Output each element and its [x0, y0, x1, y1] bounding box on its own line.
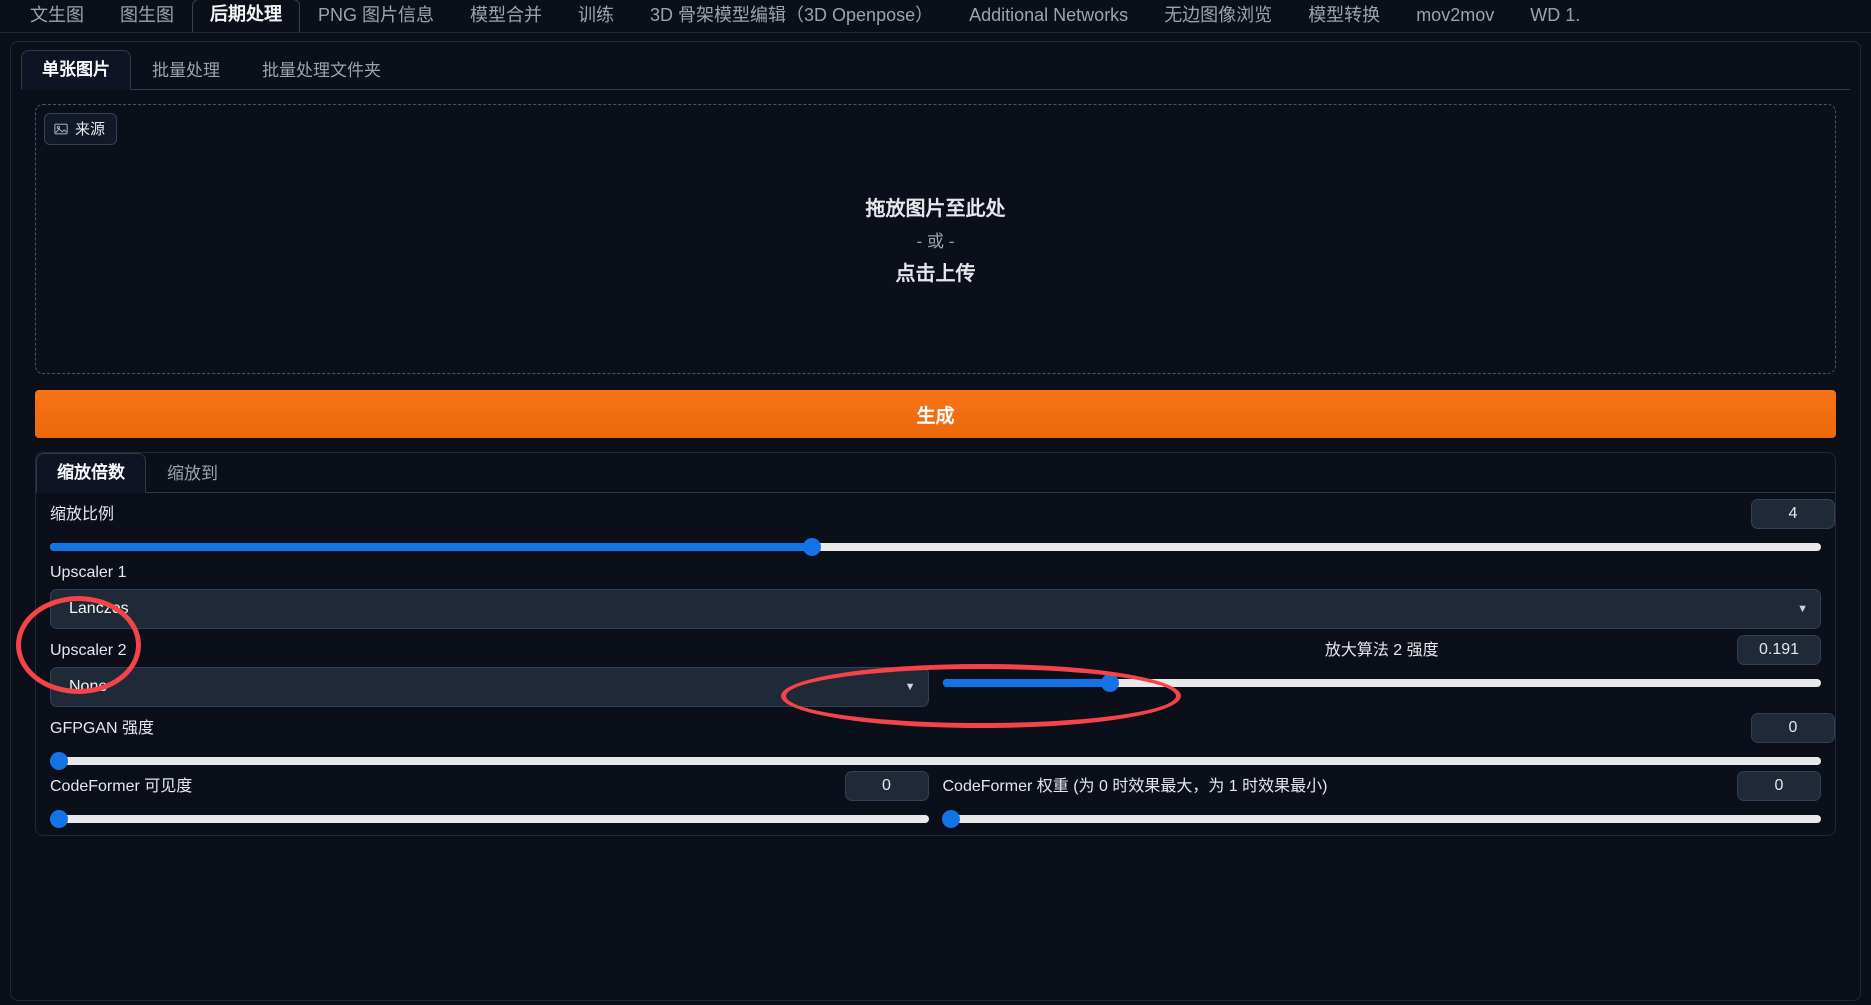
dropzone-drag-text: 拖放图片至此处 — [865, 198, 1006, 220]
codeformer-weight-input[interactable]: 0 — [1737, 771, 1821, 801]
source-badge[interactable]: 来源 — [44, 113, 118, 145]
generate-button[interactable]: 生成 — [35, 390, 1836, 438]
tab-png-info[interactable]: PNG 图片信息 — [300, 0, 452, 32]
chevron-down-icon: ▼ — [904, 681, 916, 693]
tab-model-converter[interactable]: 模型转换 — [1290, 0, 1398, 32]
codeformer-weight-knob[interactable] — [942, 810, 961, 828]
codeformer-weight-col: CodeFormer 权重 (为 0 时效果最大，为 1 时效果最小) 0 — [942, 765, 1821, 828]
upscaler2-label: Upscaler 2 — [50, 642, 127, 659]
upscaler2-strength-input[interactable]: 0.191 — [1737, 635, 1821, 665]
codeformer-visibility-label: CodeFormer 可见度 — [50, 778, 193, 795]
resize-slider[interactable] — [50, 538, 1821, 556]
dropzone-or-text: - 或 - — [916, 232, 955, 251]
codeformer-weight-slider[interactable] — [942, 810, 1821, 828]
gfpgan-slider[interactable] — [49, 752, 1821, 770]
upscaler1-value: Lanczos — [69, 600, 129, 617]
subtab-batch-process[interactable]: 批量处理 — [131, 51, 241, 90]
resize-slider-fill — [50, 543, 812, 551]
tab-img2img[interactable]: 图生图 — [102, 0, 192, 32]
dropzone-instructions: 拖放图片至此处 - 或 - 点击上传 — [36, 192, 1835, 286]
codeformer-visibility-col: CodeFormer 可见度 0 — [49, 765, 929, 828]
tab-scale-to[interactable]: 缩放到 — [146, 454, 239, 493]
codeformer-grid: CodeFormer 可见度 0 CodeFormer 权重 (为 0 时效果最… — [36, 765, 1835, 828]
gfpgan-label: GFPGAN 强度 — [50, 720, 155, 737]
upscaler2-strength-col: 放大算法 2 强度 0.191 — [942, 629, 1821, 707]
codeformer-visibility-input[interactable]: 0 — [844, 771, 929, 801]
extras-page: 单张图片 批量处理 批量处理文件夹 来源 拖放图片至此处 - 或 - 点击上传 … — [10, 41, 1861, 1001]
upscaler1-label: Upscaler 1 — [50, 564, 127, 581]
codeformer-visibility-knob[interactable] — [49, 810, 68, 828]
tab-infinite-image-browsing[interactable]: 无边图像浏览 — [1146, 0, 1290, 32]
resize-slider-row: 缩放比例 4 — [36, 493, 1835, 556]
upscaler2-grid: Upscaler 2 None ▼ 放大算法 2 强度 0.191 — [36, 629, 1835, 707]
chevron-down-icon: ▼ — [1797, 603, 1808, 615]
image-icon — [54, 122, 68, 136]
resize-mode-tab-bar: 缩放倍数 缩放到 — [36, 453, 1835, 493]
upscaler1-dropdown[interactable]: Lanczos ▼ — [50, 589, 1821, 629]
subtab-batch-from-directory[interactable]: 批量处理文件夹 — [241, 51, 402, 90]
codeformer-weight-label: CodeFormer 权重 (为 0 时效果最大，为 1 时效果最小) — [942, 778, 1328, 795]
upscaler2-strength-fill — [942, 679, 1111, 687]
gfpgan-input[interactable]: 0 — [1751, 713, 1835, 743]
tab-train[interactable]: 训练 — [560, 0, 632, 32]
tab-additional-networks[interactable]: Additional Networks — [951, 0, 1146, 32]
tab-3d-openpose[interactable]: 3D 骨架模型编辑（3D Openpose） — [632, 0, 951, 32]
resize-slider-knob[interactable] — [802, 538, 821, 556]
upscaler2-strength-slider[interactable] — [942, 674, 1821, 692]
upscaler1-row: Upscaler 1 Lanczos ▼ — [36, 551, 1835, 629]
postprocess-settings-panel: 缩放倍数 缩放到 缩放比例 4 Upscaler 1 Lanczos ▼ Ups… — [35, 452, 1836, 836]
tab-wd[interactable]: WD 1. — [1512, 0, 1598, 32]
gfpgan-row: GFPGAN 强度 0 — [36, 707, 1835, 770]
upscaler2-col: Upscaler 2 None ▼ — [50, 629, 929, 707]
image-dropzone[interactable]: 来源 拖放图片至此处 - 或 - 点击上传 — [35, 104, 1836, 374]
main-tab-bar: 文生图 图生图 后期处理 PNG 图片信息 模型合并 训练 3D 骨架模型编辑（… — [0, 0, 1871, 33]
upscaler2-value: None — [69, 678, 108, 695]
upscaler2-strength-label: 放大算法 2 强度 — [1324, 642, 1439, 659]
extras-sub-tab-bar: 单张图片 批量处理 批量处理文件夹 — [21, 50, 1850, 90]
upscaler2-dropdown[interactable]: None ▼ — [50, 667, 929, 707]
dropzone-upload-text: 点击上传 — [895, 263, 976, 285]
tab-extras[interactable]: 后期处理 — [192, 0, 300, 32]
subtab-single-image[interactable]: 单张图片 — [21, 50, 131, 90]
tab-txt2img[interactable]: 文生图 — [12, 0, 102, 32]
tab-checkpoint-merger[interactable]: 模型合并 — [452, 0, 560, 32]
source-badge-label: 来源 — [75, 121, 106, 138]
resize-label: 缩放比例 — [50, 506, 115, 523]
codeformer-visibility-slider[interactable] — [49, 810, 929, 828]
resize-value-input[interactable]: 4 — [1751, 499, 1835, 529]
upscaler2-strength-knob[interactable] — [1101, 674, 1120, 692]
tab-scale-by[interactable]: 缩放倍数 — [36, 453, 146, 493]
tab-mov2mov[interactable]: mov2mov — [1398, 0, 1512, 32]
